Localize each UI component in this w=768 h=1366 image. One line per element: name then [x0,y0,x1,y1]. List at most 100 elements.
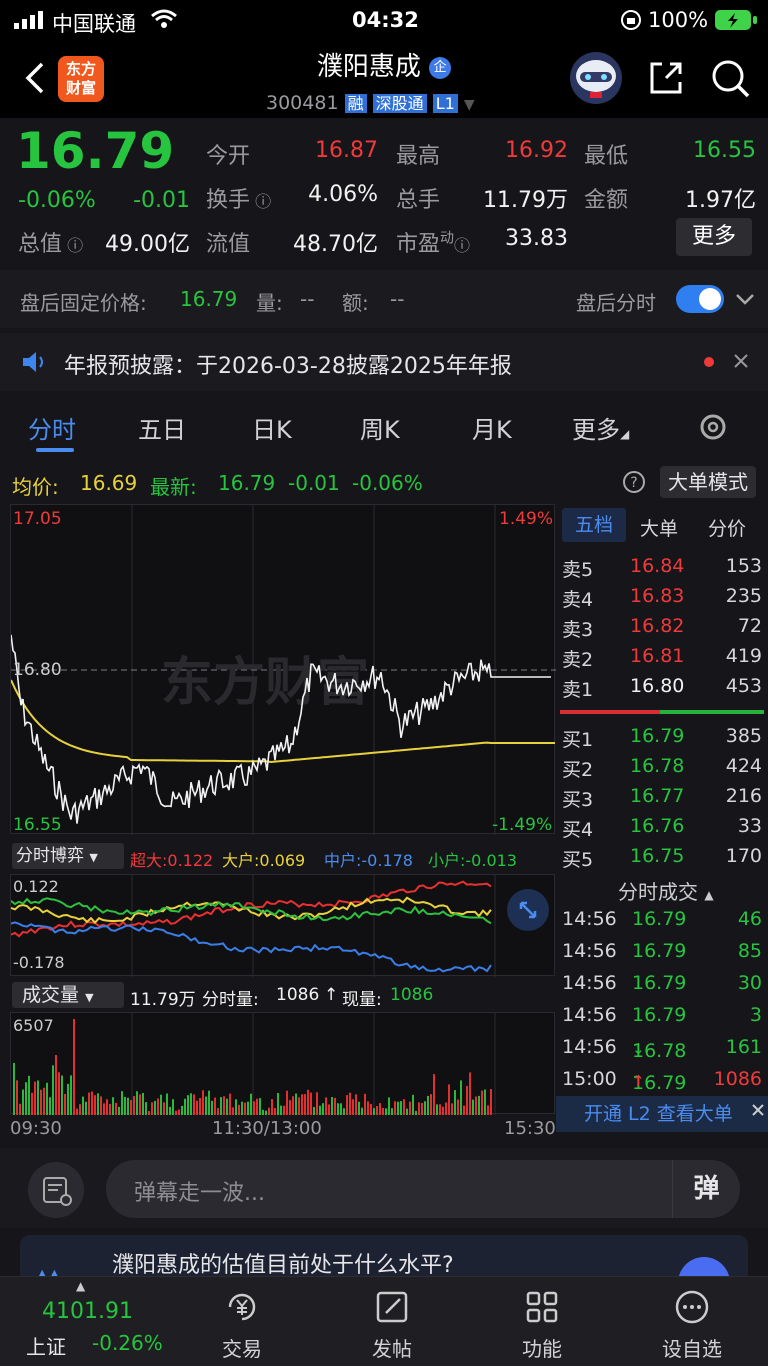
search-icon[interactable] [710,58,752,104]
tab-daily-k[interactable]: 日K [252,410,292,445]
top-pct-label: 1.49% [499,509,554,529]
volume-bar-item [481,1090,483,1115]
volume-bar-item [340,1103,342,1115]
index-name[interactable]: 上证 [26,1331,66,1360]
total-value: 49.00亿 [105,232,190,257]
nav-post[interactable]: 发帖 [332,1287,452,1362]
fund-flow-chart[interactable]: 0.122 -0.178 [10,874,555,977]
close-icon[interactable] [732,351,750,376]
volume-bar-item [88,1092,90,1115]
tab-weekly-k[interactable]: 周K [360,410,400,445]
volume-bar-item [106,1099,108,1115]
sell-row[interactable]: 卖5 16.84 153 [556,552,768,582]
volume-bar-item [145,1102,147,1115]
avg-value: 16.69 [80,471,138,495]
volume-bar-item [139,1094,141,1115]
more-button[interactable]: 更多 [676,218,752,256]
volume-selector[interactable]: 成交量 ▼ [12,982,124,1008]
volume-bar-item [442,1106,444,1115]
volume-bar-item [289,1100,291,1115]
tab-five-levels[interactable]: 五档 [562,508,626,542]
volume-chart[interactable]: 6507 [10,1012,555,1115]
volume-bar-item [148,1110,150,1115]
sell-row[interactable]: 卖4 16.83 235 [556,582,768,612]
danmu-input[interactable]: 弹幕走一波... 弹 [106,1160,740,1218]
volume-bar-item [130,1100,132,1115]
after-hours-price: 16.79 [180,287,238,311]
danmu-placeholder: 弹幕走一波... [134,1181,265,1206]
bottom-nav: ▲ 4101.91 上证 -0.26% 交易 发帖 功能 设自选 [0,1276,768,1366]
tick-title[interactable]: 分时成交 ▲ [618,876,714,905]
gear-icon[interactable] [696,410,730,450]
nav-functions[interactable]: 功能 [482,1287,602,1362]
volume-bar-item [238,1104,240,1115]
chevron-down-icon[interactable]: ▼ [464,97,475,113]
open-label: 今开 [206,144,251,169]
intraday-chart[interactable]: 东方财富 17.05 16.80 16.55 1.49% -1.49% [10,504,556,835]
volume-bar-item [403,1099,405,1115]
volume-bar-item [445,1102,447,1115]
after-hours-qty-label: 量: [256,291,283,315]
volume-bar-item [409,1101,411,1115]
volume-bar-item [217,1108,219,1115]
volume-bar-item [286,1090,288,1115]
volume-bar-item [469,1072,471,1115]
buy-row[interactable]: 买5 16.75 170 [556,842,768,872]
volume-bar-item [361,1107,363,1115]
open-l2-button[interactable]: 开通 L2 查看大单 [556,1096,768,1132]
buy-row[interactable]: 买3 16.77 216 [556,782,768,812]
danmu-send-button[interactable]: 弹 [672,1160,740,1218]
nav-watchlist[interactable]: 设自选 [632,1287,752,1362]
expand-icon[interactable] [507,889,549,931]
tick-row: 15:00 16.79 ↑ 1086 [562,1068,762,1094]
volume-bar-item [421,1102,423,1115]
volume-bar-item [463,1105,465,1115]
volume-bar-item [373,1108,375,1115]
notice-bar[interactable]: 年报预披露：于2026-03-28披露2025年年报 [0,333,768,391]
volume-bar-item [334,1097,336,1115]
danmu-list-icon[interactable] [28,1162,84,1218]
tab-monthly-k[interactable]: 月K [472,410,512,445]
chevron-up-icon[interactable]: ▲ [76,1279,85,1293]
volume-bar-item [94,1095,96,1115]
volume-bar-item [382,1108,384,1115]
after-hours-amt: -- [390,287,405,311]
volume-bar-item [241,1101,243,1115]
help-icon[interactable]: ? [622,470,646,499]
robot-avatar-icon[interactable] [568,48,624,110]
volume-bar-item [331,1097,333,1115]
volume-bar-item [181,1105,183,1115]
price-info-line: 均价: 16.69 最新: 16.79 -0.01 -0.06% ? 大单模式 [0,462,768,502]
share-icon[interactable] [646,58,686,102]
volume-bar-item [487,1105,489,1115]
tab-big-orders[interactable]: 大单 [640,514,678,541]
buy-row[interactable]: 买1 16.79 385 [556,722,768,752]
after-hours-toggle[interactable] [676,285,724,313]
tab-intraday[interactable]: 分时 [28,410,76,445]
tab-price-dist[interactable]: 分价 [708,514,746,541]
volume-bar-item [244,1102,246,1115]
volume-bar-item [178,1109,180,1115]
volume-bar-item [394,1101,396,1115]
tab-five-day[interactable]: 五日 [138,410,186,445]
nav-trade[interactable]: 交易 [182,1287,302,1362]
volume-bar-item [73,1019,75,1115]
big-order-mode-button[interactable]: 大单模式 [660,466,756,498]
chevron-down-icon[interactable] [734,288,756,312]
tab-more[interactable]: 更多◢ [572,410,629,445]
sell-row[interactable]: 卖2 16.81 419 [556,642,768,672]
volume-bar-item [118,1106,120,1115]
index-change[interactable]: -0.26% [92,1331,163,1355]
fund-flow-selector[interactable]: 分时博弈 ▼ [12,843,124,869]
buy-row[interactable]: 买4 16.76 33 [556,812,768,842]
volume-bar-item [349,1092,351,1115]
index-value[interactable]: 4101.91 [42,1299,133,1324]
volume-bar-item [475,1096,477,1115]
buy-row[interactable]: 买2 16.78 424 [556,752,768,782]
sell-row[interactable]: 卖3 16.82 72 [556,612,768,642]
close-icon[interactable] [750,1094,766,1130]
volume-bar-item [226,1098,228,1115]
sell-row[interactable]: 卖1 16.80 453 [556,672,768,702]
volume-bar-item [34,1081,36,1115]
volume-bar-item [451,1103,453,1115]
